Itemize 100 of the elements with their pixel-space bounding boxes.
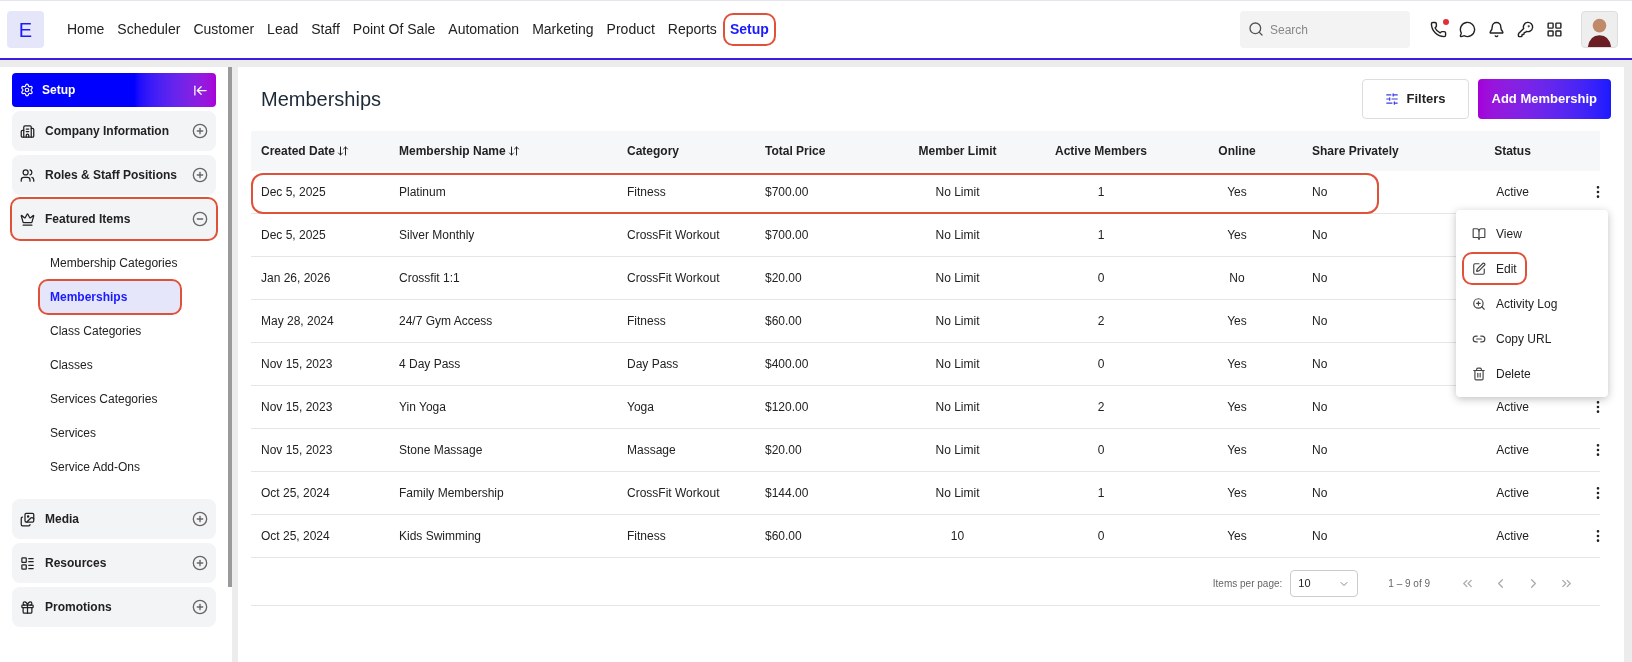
grid-icon[interactable] [1546,21,1563,38]
expand-icon [192,123,208,139]
table-cell-text: $120.00 [765,399,810,416]
expand-icon [192,599,208,615]
table-cell-text: Stone Massage [399,442,484,459]
table-cell-text: 4 Day Pass [399,356,462,373]
table-cell-text: No [1312,270,1329,287]
sliders-icon [1384,92,1399,106]
sidebar-section[interactable]: Company Information [12,111,216,151]
table-row[interactable]: Nov 15, 2023 Stone Massage Massage $20.00 No Limit 0 Yes No Active [251,429,1600,472]
table-cell-text: No [1312,356,1329,373]
table-cell-text: Yes [1226,399,1248,416]
table-row[interactable]: Oct 25, 2024 Family Membership CrossFit Workout $144.00 No Limit 1 Yes No Active [251,472,1600,515]
table-cell-text: Active [1495,184,1530,201]
table-cell-text: $20.00 [765,270,803,287]
nav-link[interactable]: Product [601,15,660,44]
table-cell-text: $60.00 [765,528,803,545]
search-field[interactable]: Search [1240,11,1410,48]
nav-link[interactable]: Setup [724,15,774,44]
table-cell-text: Yes [1226,528,1248,545]
table-cell-text: Active [1495,442,1530,459]
table-cell-text: Nov 15, 2023 [261,399,334,416]
trash-icon [1472,366,1486,381]
table-cell-text: Silver Monthly [399,227,476,244]
expand-icon [192,511,208,527]
table-cell-text: Yes [1226,442,1248,459]
table-cell-text: No Limit [934,399,981,416]
items-per-page-label: Items per page: [1212,577,1283,591]
table-cell-text: 0 [1096,442,1106,459]
sidebar-section[interactable]: Media [12,499,216,539]
page-title: Memberships [260,87,383,112]
table-cell-text: Yes [1226,184,1248,201]
table-cell-text: 0 [1096,270,1106,287]
table-row[interactable]: Oct 25, 2024 Kids Swimming Fitness $60.00 10 0 Yes No Active [251,515,1600,558]
column-header: Member Limit [917,143,998,160]
sidebar-section[interactable]: Promotions [12,587,216,627]
scrollbar[interactable] [228,67,232,587]
logo[interactable]: E [7,11,44,48]
sidebar-item[interactable]: Service Add-Ons [40,451,216,483]
sidebar-item[interactable]: Memberships [40,281,180,313]
table-cell-text: $144.00 [765,485,810,502]
nav-link[interactable]: Point Of Sale [347,15,441,44]
sidebar-item[interactable]: Classes [40,349,216,381]
table-cell-text: $60.00 [765,313,803,330]
table-cell-text: May 28, 2024 [261,313,335,330]
images-icon [20,511,35,527]
table-cell-text: Fitness [627,313,667,330]
add-membership-button[interactable]: Add Membership [1477,79,1611,119]
nav-link[interactable]: Customer [188,15,260,44]
table-cell-text: No [1228,270,1246,287]
zoom-icon [1472,296,1486,311]
sidebar-item[interactable]: Services Categories [40,383,216,415]
menu-item[interactable]: Delete [1464,359,1539,388]
sidebar-item[interactable]: Class Categories [40,315,216,347]
nav-link[interactable]: Lead [262,15,304,44]
table-cell-text: No Limit [934,227,981,244]
chat-icon[interactable] [1459,21,1476,38]
table-cell-text: 0 [1096,528,1106,545]
menu-item[interactable]: Edit [1464,254,1525,283]
sidebar-item[interactable]: Membership Categories [40,247,216,279]
table-cell-text: $700.00 [765,184,810,201]
menu-item[interactable]: View [1464,219,1530,248]
key-icon[interactable] [1517,21,1534,38]
phone-icon[interactable] [1430,21,1447,38]
sidebar-section[interactable]: Featured Items [12,199,216,239]
nav-link[interactable]: Reports [662,15,722,44]
table-cell-text: Family Membership [399,485,505,502]
sidebar-title: Setup [42,82,77,99]
table-cell-text: Fitness [627,184,667,201]
table-cell-text: 24/7 Gym Access [399,313,494,330]
table-cell-text: Platinum [399,184,447,201]
settings-icon [20,83,34,97]
column-header: Share Privately [1312,143,1400,160]
table-cell-text: No [1312,227,1329,244]
table-cell-text: Jan 26, 2026 [261,270,332,287]
nav-link[interactable]: Scheduler [112,15,186,44]
table-cell-text: Active [1495,399,1530,416]
sidebar-section[interactable]: Resources [12,543,216,583]
nav-link[interactable]: Marketing [527,15,599,44]
people-icon [20,167,35,183]
column-header: Online [1217,143,1257,160]
sidebar-section[interactable]: Roles & Staff Positions [12,155,216,195]
avatar[interactable] [1581,11,1618,48]
column-header[interactable]: Created Date [261,142,399,160]
table-cell-text: 2 [1096,313,1106,330]
sidebar-item[interactable]: Services [40,417,216,449]
nav-link[interactable]: Home [62,15,110,44]
nav-link[interactable]: Automation [443,15,525,44]
column-header[interactable]: Membership Name [399,142,627,160]
table-cell-text: No [1312,184,1329,201]
page-size-select[interactable]: 10 [1290,570,1359,597]
nav-link[interactable]: Staff [306,15,345,44]
filters-button[interactable]: Filters [1361,79,1469,119]
table-cell-text: No [1312,399,1329,416]
bell-icon[interactable] [1488,21,1505,38]
table-cell-text: No [1312,485,1329,502]
table-cell-text: Active [1495,485,1530,502]
column-header: Total Price [765,143,827,160]
table-cell-text: Yes [1226,227,1248,244]
table-cell-text: Nov 15, 2023 [261,442,334,459]
